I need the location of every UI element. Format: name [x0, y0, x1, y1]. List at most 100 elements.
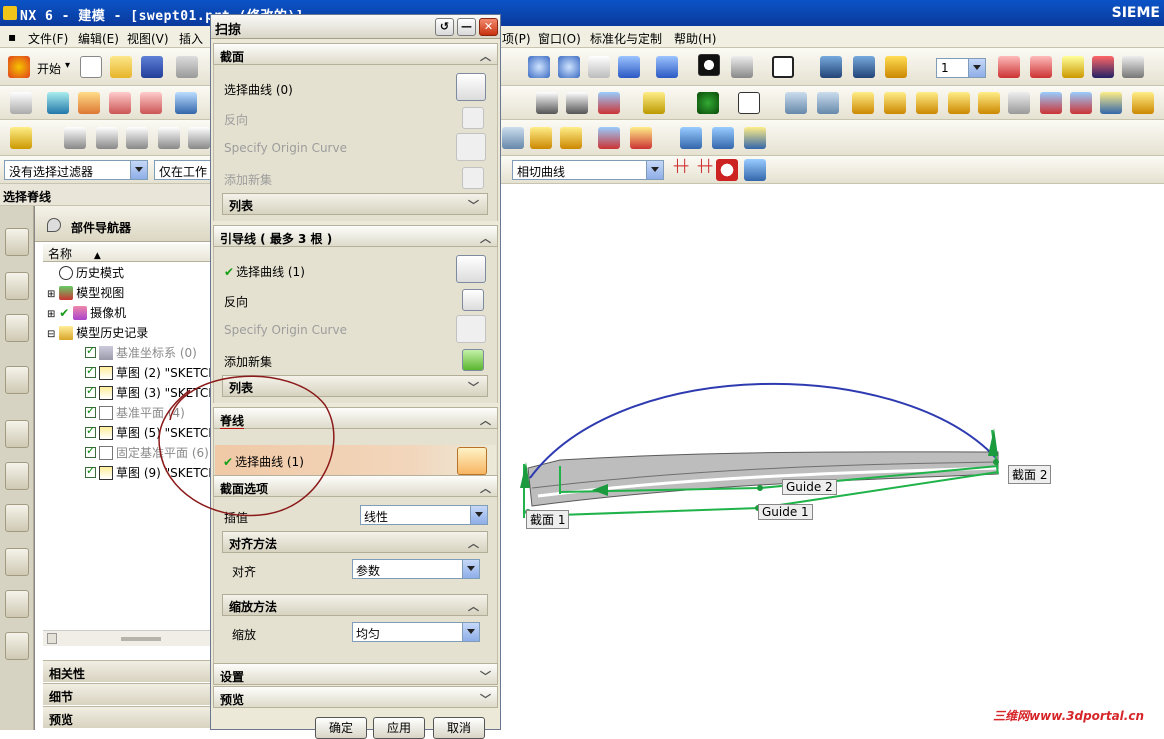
tree-node-model-history[interactable]: ⊟ 模型历史记录 [47, 324, 148, 344]
pin-icon[interactable] [47, 218, 61, 232]
web-browser-icon[interactable] [5, 366, 29, 394]
tree-node-model-views[interactable]: ⊞ 模型视图 [47, 284, 124, 304]
scroll-left-icon[interactable] [47, 633, 57, 644]
panel-preview[interactable]: 预览 [43, 706, 211, 728]
reset-button[interactable]: ↺ [435, 18, 454, 36]
part-navigator-icon[interactable] [5, 314, 29, 342]
tree-node-cameras[interactable]: ⊞ ✔ 摄像机 [47, 304, 126, 324]
expand-icon[interactable]: ⊞ [47, 309, 55, 320]
view-orient-3-icon[interactable] [885, 56, 907, 78]
palette-icon[interactable] [5, 504, 29, 532]
open-folder-icon[interactable] [110, 56, 132, 78]
surface-icon-1[interactable] [785, 92, 807, 114]
surface-icon-12[interactable] [1132, 92, 1154, 114]
curve-icon-4[interactable] [643, 92, 665, 114]
menu-view[interactable]: 视图(V) [127, 30, 169, 47]
start-button[interactable]: 开始 [37, 60, 61, 77]
chevron-down-icon[interactable] [462, 623, 479, 641]
origin-curve-icon[interactable] [456, 133, 486, 161]
wcs-origin-icon[interactable] [1030, 56, 1052, 78]
chevron-down-icon[interactable] [462, 560, 479, 578]
stop-at-intersection-icon[interactable]: ┼┼ [670, 159, 692, 181]
ok-button[interactable]: 确定 [315, 717, 367, 739]
extrude-icon[interactable] [47, 92, 69, 114]
sketch-icon[interactable] [10, 92, 32, 114]
alignment-select[interactable]: 参数 [352, 559, 480, 579]
point-icon[interactable] [697, 92, 719, 114]
swept-surface[interactable] [527, 451, 999, 507]
feature-icon-13[interactable] [744, 127, 766, 149]
menu-customize[interactable]: 标准化与定制 [590, 30, 662, 47]
surface-icon-6[interactable] [948, 92, 970, 114]
apply-button[interactable]: 应用 [373, 717, 425, 739]
horizontal-scrollbar[interactable] [43, 630, 211, 646]
section-add-new-set[interactable]: 添加新集 [224, 171, 272, 188]
guide-group-header[interactable]: 引导线 ( 最多 3 根 ) ︿ [213, 225, 498, 247]
curve-select-icon[interactable] [457, 447, 487, 475]
system-scenes-icon[interactable] [5, 632, 29, 660]
chevron-down-icon[interactable] [646, 161, 663, 179]
panel-details[interactable]: 细节 [43, 683, 211, 705]
constraint-navigator-icon[interactable] [5, 272, 29, 300]
wcs-rotate-icon[interactable] [1062, 56, 1084, 78]
feature-icon-1[interactable] [64, 127, 86, 149]
chevron-down-icon[interactable] [130, 161, 147, 179]
edit-icon[interactable] [10, 127, 32, 149]
selection-scope-combo[interactable]: 仅在工作 [154, 160, 214, 180]
surface-icon-4[interactable] [884, 92, 906, 114]
visibility-checkbox[interactable] [85, 384, 96, 398]
render-style-icon[interactable] [656, 56, 678, 78]
zoom-icon[interactable] [528, 56, 550, 78]
view-orient-1-icon[interactable] [820, 56, 842, 78]
snap-icon[interactable] [716, 159, 738, 181]
menu-help[interactable]: 帮助(H) [674, 30, 716, 47]
tree-node-history-mode[interactable]: 历史模式 [59, 264, 124, 284]
preview-group-header[interactable]: 预览 ﹀ [213, 686, 498, 708]
layer-combo[interactable]: 1 [936, 58, 986, 78]
curve-select-icon[interactable] [456, 255, 486, 283]
feature-icon-5[interactable] [188, 127, 210, 149]
rotate-icon[interactable] [558, 56, 580, 78]
settings-group-header[interactable]: 设置 ﹀ [213, 663, 498, 685]
background-icon[interactable] [731, 56, 753, 78]
menu-file[interactable]: 文件(F) [28, 30, 68, 47]
start-icon[interactable] [8, 56, 30, 78]
curve-icon-2[interactable] [566, 92, 588, 114]
interpolation-select[interactable]: 线性 [360, 505, 488, 525]
scaling-method-header[interactable]: 缩放方法 ︿ [222, 594, 488, 616]
curve-icon-3[interactable] [598, 92, 620, 114]
history-icon[interactable] [5, 420, 29, 448]
visibility-checkbox[interactable] [85, 364, 96, 378]
feature-icon-4[interactable] [158, 127, 180, 149]
process-studio-icon[interactable] [5, 548, 29, 576]
save-icon[interactable] [141, 56, 163, 78]
view-icon[interactable] [618, 56, 640, 78]
surface-icon-3[interactable] [852, 92, 874, 114]
start-dropdown-icon[interactable]: ▾ [65, 60, 70, 71]
menu-tools[interactable]: 项(P) [502, 30, 531, 47]
panel-dependencies[interactable]: 相关性 [43, 660, 211, 682]
visibility-checkbox[interactable] [85, 344, 96, 358]
feature-icon-9[interactable] [598, 127, 620, 149]
surface-icon-9[interactable] [1040, 92, 1062, 114]
collapse-icon[interactable]: ⊟ [47, 329, 55, 340]
visibility-checkbox[interactable] [85, 444, 96, 458]
feature-icon-8[interactable] [560, 127, 582, 149]
pan-icon[interactable] [588, 56, 610, 78]
section-select-curve[interactable]: 选择曲线 (0) [224, 81, 293, 98]
feature-icon-3[interactable] [126, 127, 148, 149]
roles-icon[interactable] [5, 590, 29, 618]
rectangle-icon[interactable] [738, 92, 760, 114]
surface-icon-7[interactable] [978, 92, 1000, 114]
view-orient-2-icon[interactable] [853, 56, 875, 78]
chevron-down-icon[interactable] [470, 506, 487, 524]
guide-reverse[interactable]: 反向 [224, 293, 248, 310]
follow-fillet-icon[interactable]: ┼┼ [694, 159, 716, 181]
revolve-icon[interactable] [78, 92, 100, 114]
wcs-icon[interactable] [998, 56, 1020, 78]
assembly-navigator-icon[interactable] [5, 228, 29, 256]
visibility-checkbox[interactable] [85, 464, 96, 478]
reverse-direction-icon[interactable] [462, 289, 484, 311]
cancel-button[interactable]: 取消 [433, 717, 485, 739]
graphics-window[interactable]: 截面 1 截面 2 Guide 1 Guide 2 三维网www.3dporta… [500, 206, 1164, 730]
